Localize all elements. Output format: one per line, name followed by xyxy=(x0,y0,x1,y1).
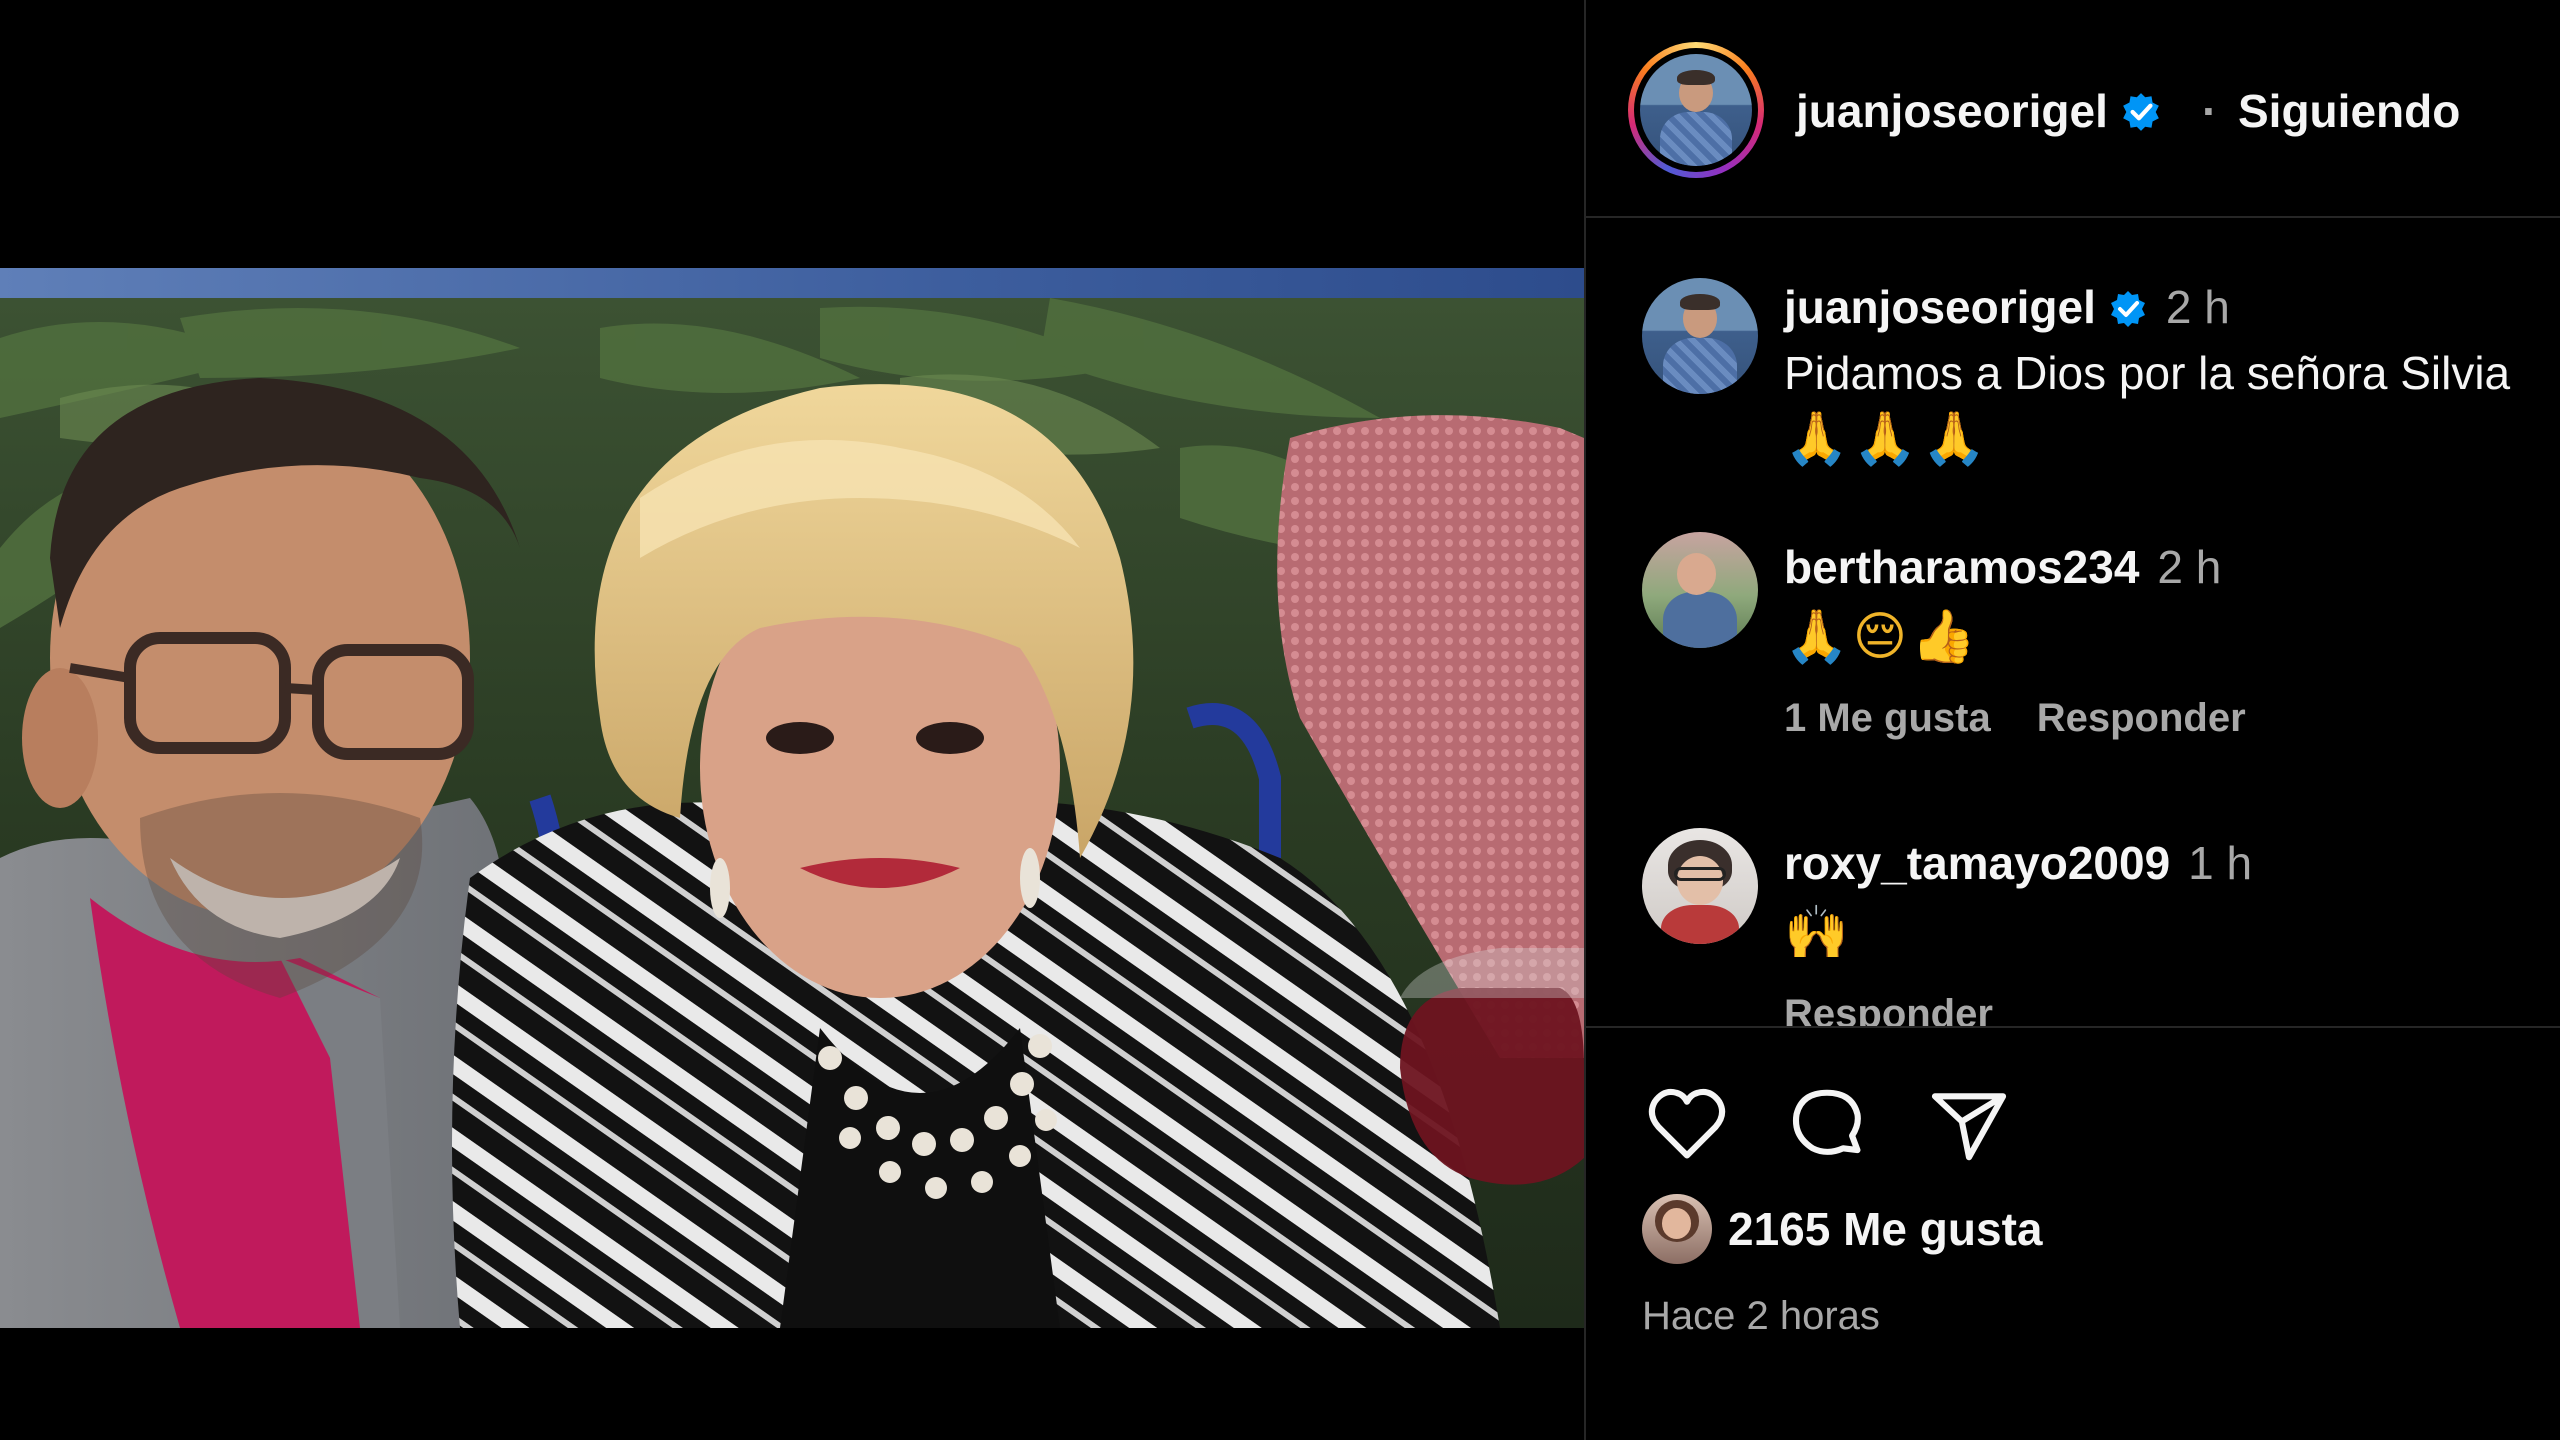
header-separator: · xyxy=(2202,85,2218,137)
comment-time: 2 h xyxy=(2165,281,2230,333)
comment-avatar[interactable] xyxy=(1642,532,1758,648)
comment-username[interactable]: berthar­amos234 xyxy=(1784,541,2139,593)
comment-item: berthar­amos234 2 h 🙏😔👍 1 Me gusta Respond… xyxy=(1586,532,2560,772)
comment-avatar[interactable] xyxy=(1642,828,1758,944)
liker-avatar[interactable] xyxy=(1642,1194,1712,1264)
comment-header: berthar­amos234 2 h xyxy=(1784,540,2221,594)
author-username[interactable]: juanjoseorigel xyxy=(1796,84,2162,138)
comment-username[interactable]: roxy_tamayo2009 xyxy=(1784,837,2170,889)
reply-button[interactable]: Responder xyxy=(2037,696,2246,740)
comment-item: roxy_tamayo2009 1 h 🙌 Responder xyxy=(1586,828,2560,1026)
reply-button[interactable]: Responder xyxy=(1784,992,1993,1026)
post-footer: 2165 Me gusta Hace 2 horas xyxy=(1586,1026,2560,1440)
comment-header: juanjoseorigel 2 h xyxy=(1784,280,2230,334)
comment-actions: Responder xyxy=(1784,992,1993,1026)
photo-top-strip xyxy=(0,268,1584,298)
comment-avatar[interactable] xyxy=(1642,278,1758,394)
post-timestamp: Hace 2 horas xyxy=(1642,1294,1880,1338)
comment-time: 2 h xyxy=(2157,541,2222,593)
comment-emoji: 🙌 xyxy=(1784,904,1853,962)
likes-count[interactable]: 2165 Me gusta xyxy=(1728,1202,2042,1256)
post-header: juanjoseorigel · Siguiendo xyxy=(1586,0,2560,218)
author-username-text[interactable]: juanjoseorigel xyxy=(1796,85,2108,137)
author-avatar-story-ring[interactable] xyxy=(1628,42,1764,178)
comment-actions: 1 Me gusta Responder xyxy=(1784,696,2246,741)
heart-icon[interactable] xyxy=(1644,1082,1730,1168)
comment-icon[interactable] xyxy=(1784,1082,1870,1168)
comment-username[interactable]: juanjoseorigel xyxy=(1784,281,2096,333)
send-icon[interactable] xyxy=(1926,1082,2012,1168)
comment-item: juanjoseorigel 2 h Pidamos a Dios por la… xyxy=(1586,258,2560,468)
comments-list[interactable]: juanjoseorigel 2 h Pidamos a Dios por la… xyxy=(1586,220,2560,1026)
following-button[interactable]: Siguiendo xyxy=(2238,84,2460,138)
comment-header: roxy_tamayo2009 1 h xyxy=(1784,836,2252,890)
photo-illustration xyxy=(0,298,1584,1328)
comment-text: Pidamos a Dios por la señora Silvia xyxy=(1784,347,2511,399)
post-photo[interactable] xyxy=(0,268,1584,1328)
comment-emoji: 🙏😔👍 xyxy=(1784,608,1980,666)
verified-badge-icon xyxy=(2123,93,2159,131)
instagram-post-view: juanjoseorigel · Siguiendo juanjoseorige… xyxy=(0,0,2560,1440)
comment-emoji: 🙏🙏🙏 xyxy=(1784,410,1991,468)
comment-likes-link[interactable]: 1 Me gusta xyxy=(1784,696,1991,740)
post-side-panel: juanjoseorigel · Siguiendo juanjoseorige… xyxy=(1584,0,2560,1440)
author-avatar xyxy=(1640,54,1752,166)
comment-time: 1 h xyxy=(2188,837,2253,889)
verified-badge-icon xyxy=(2110,291,2145,327)
media-area xyxy=(0,0,1584,1440)
